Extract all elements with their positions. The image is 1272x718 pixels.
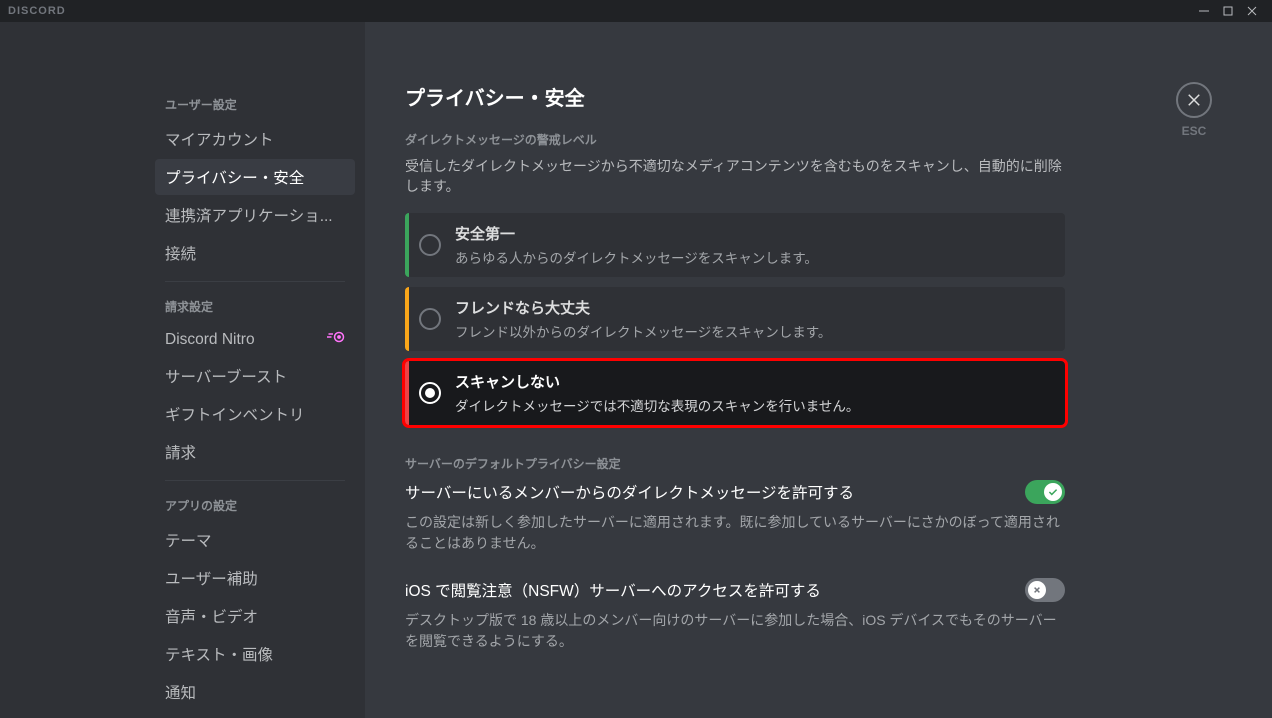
sidebar-item[interactable]: テーマ [155,522,355,558]
settings-content: プライバシー・安全 ダイレクトメッセージの警戒レベル 受信したダイレクトメッセー… [365,22,1272,718]
radio-option-title: フレンドなら大丈夫 [455,297,1053,318]
window-close-button[interactable] [1240,0,1264,22]
nitro-icon [327,330,345,349]
radio-option-desc: あらゆる人からのダイレクトメッセージをスキャンします。 [455,247,1053,267]
dm-scan-option[interactable]: 安全第一あらゆる人からのダイレクトメッセージをスキャンします。 [405,213,1065,277]
sidebar-item-label: ユーザー補助 [165,567,258,589]
sidebar-group-header: アプリの設定 [155,491,355,520]
titlebar: DISCORD [0,0,1272,22]
sidebar-item[interactable]: 音声・ビデオ [155,598,355,634]
x-icon [1028,581,1046,599]
server-dm-title: サーバーにいるメンバーからのダイレクトメッセージを許可する [405,481,854,503]
sidebar-item-label: ギフトインベントリ [165,403,305,425]
sidebar-item[interactable]: ユーザー補助 [155,560,355,596]
app-name: DISCORD [8,5,66,17]
sidebar-item-label: 請求 [165,441,196,463]
sidebar-item-label: マイアカウント [165,128,274,150]
radio-option-title: 安全第一 [455,223,1053,244]
server-dm-toggle[interactable] [1025,480,1065,504]
sidebar-item[interactable]: キー割り当て [155,712,355,718]
server-dm-desc: この設定は新しく参加したサーバーに適用されます。既に参加しているサーバーにさかの… [405,512,1065,554]
radio-option-desc: フレンド以外からのダイレクトメッセージをスキャンします。 [455,321,1053,341]
sidebar-item[interactable]: 接続 [155,235,355,271]
dm-scan-heading: ダイレクトメッセージの警戒レベル [405,131,1065,148]
sidebar-item[interactable]: サーバーブースト [155,358,355,394]
server-dm-heading: サーバーのデフォルトプライバシー設定 [405,455,1065,472]
sidebar-separator [165,281,345,282]
dm-scan-desc: 受信したダイレクトメッセージから不適切なメディアコンテンツを含むものをスキャンし… [405,156,1065,197]
check-icon [1044,483,1062,501]
page-title: プライバシー・安全 [405,82,1065,111]
sidebar-item[interactable]: 通知 [155,674,355,710]
sidebar-item-label: 連携済アプリケーショ... [165,204,333,226]
nsfw-ios-toggle[interactable] [1025,578,1065,602]
radio-option-title: スキャンしない [455,371,1053,392]
dm-scan-option[interactable]: スキャンしないダイレクトメッセージでは不適切な表現のスキャンを行いません。 [405,361,1065,425]
dm-scan-radio-group: 安全第一あらゆる人からのダイレクトメッセージをスキャンします。フレンドなら大丈夫… [405,213,1065,425]
window-maximize-button[interactable] [1216,0,1240,22]
dm-scan-option[interactable]: フレンドなら大丈夫フレンド以外からのダイレクトメッセージをスキャンします。 [405,287,1065,351]
settings-sidebar: ユーザー設定マイアカウントプライバシー・安全連携済アプリケーショ... 接続請求設… [0,22,365,718]
window-minimize-button[interactable] [1192,0,1216,22]
sidebar-item[interactable]: 連携済アプリケーショ... [155,197,355,233]
sidebar-group-header: ユーザー設定 [155,90,355,119]
close-icon [1185,91,1203,109]
sidebar-item-label: テーマ [165,529,212,551]
nsfw-ios-desc: デスクトップ版で 18 歳以上のメンバー向けのサーバーに参加した場合、iOS デ… [405,610,1065,652]
esc-label: ESC [1176,124,1212,138]
sidebar-item[interactable]: プライバシー・安全 [155,159,355,195]
sidebar-item[interactable]: 請求 [155,434,355,470]
radio-icon [419,234,441,256]
sidebar-item-label: 接続 [165,242,196,264]
sidebar-item-label: Discord Nitro [165,331,255,349]
sidebar-item[interactable]: テキスト・画像 [155,636,355,672]
sidebar-item[interactable]: ギフトインベントリ [155,396,355,432]
sidebar-item-label: テキスト・画像 [165,643,273,665]
sidebar-item-label: サーバーブースト [165,365,287,387]
radio-icon [419,308,441,330]
sidebar-item-label: 通知 [165,681,196,703]
sidebar-item-label: プライバシー・安全 [165,166,304,188]
sidebar-group-header: 請求設定 [155,292,355,321]
sidebar-separator [165,480,345,481]
radio-option-desc: ダイレクトメッセージでは不適切な表現のスキャンを行いません。 [455,395,1053,415]
sidebar-item[interactable]: マイアカウント [155,121,355,157]
close-settings-button[interactable] [1176,82,1212,118]
sidebar-item[interactable]: Discord Nitro [155,323,355,356]
nsfw-ios-title: iOS で閲覧注意（NSFW）サーバーへのアクセスを許可する [405,579,821,601]
radio-icon [419,382,441,404]
sidebar-item-label: 音声・ビデオ [165,605,258,627]
